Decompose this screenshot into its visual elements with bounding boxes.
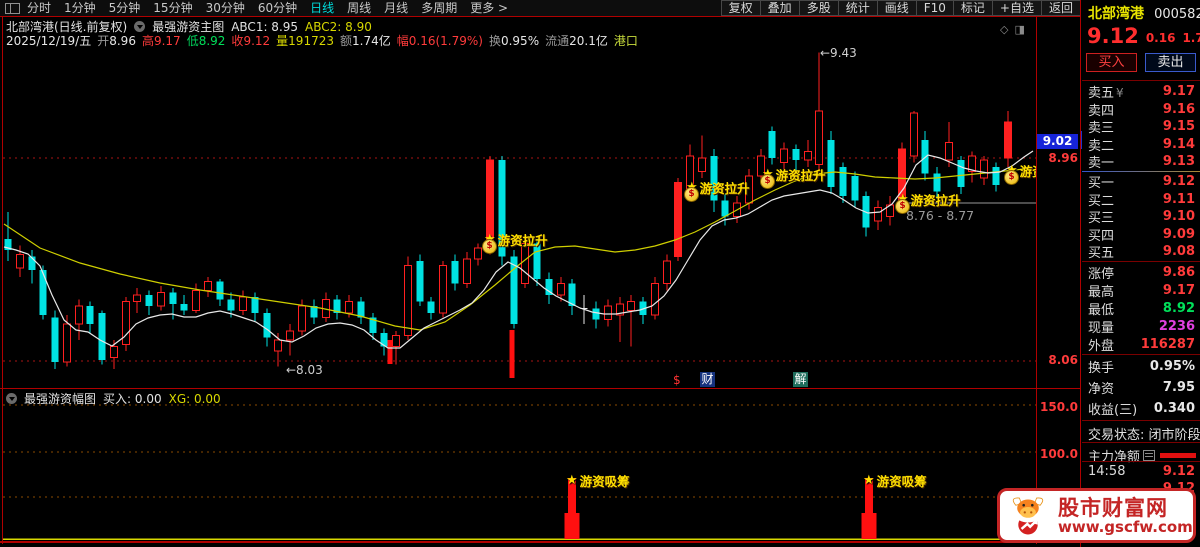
price-row: 9.12 0.16 1.79%	[1087, 24, 1200, 48]
stock-code: 000582	[1154, 7, 1200, 22]
collapse-icon[interactable]	[134, 21, 146, 32]
info-field: 0.16(1.79%)	[408, 33, 483, 48]
price-change: 0.16	[1145, 31, 1176, 45]
ohlc-info-bar: 2025/12/19/五开 8.96 高 9.17 低 8.92 收 9.12 量 191723 额…	[6, 32, 638, 49]
watermark-logo: 股市财富网 www.gscfw.com	[997, 488, 1196, 543]
info-field: 额	[339, 34, 352, 48]
stats-section-2: 换手 0.95% 净资 7.95 收益(三) 0.340	[1082, 356, 1200, 419]
ask-level-row[interactable]: 卖三 9.15	[1082, 118, 1200, 136]
info-field: 1.74亿	[352, 34, 391, 48]
info-field: 191723	[288, 33, 334, 48]
info-field: 量	[276, 34, 289, 48]
price-change-pct: 1.79%	[1182, 31, 1200, 45]
price-axis: 9.02 8.96 8.06 150.0 100.0	[1037, 0, 1080, 547]
sidebar-divider	[1082, 80, 1200, 81]
info-field: 流通	[545, 34, 570, 48]
last-price: 9.12	[1087, 24, 1139, 48]
bid-level-row[interactable]: 买三 9.10	[1082, 208, 1200, 226]
info-field: 8.92	[198, 33, 226, 48]
info-field: 低	[186, 34, 199, 48]
info-field: 开	[97, 34, 110, 48]
price-axis-label: 8.96	[1048, 151, 1078, 165]
sidebar-divider	[1082, 461, 1200, 462]
bid-levels: 买一 9.12 买二 9.11 买三 9.10 买四 9.09 买五 9.08	[1082, 173, 1200, 261]
info-field: 高	[141, 34, 154, 48]
list-icon	[1143, 450, 1156, 461]
subchart-header: 最强游资幅图 买入: 0.00 XG: 0.00	[6, 390, 221, 407]
indicator-axis-label: 150.0	[1040, 400, 1078, 414]
ask-level-row[interactable]: 卖二 9.14	[1082, 136, 1200, 154]
info-field: 9.17	[153, 33, 181, 48]
order-buttons: 买入 卖出	[1086, 53, 1196, 72]
yen-icon: ¥	[1116, 86, 1124, 101]
stat-row: 收益(三) 0.340	[1088, 401, 1195, 418]
trading-status: 交易状态: 闭市阶段	[1088, 428, 1200, 443]
info-field: 0.95%	[500, 33, 540, 48]
stat-row: 最高 9.17	[1088, 282, 1195, 300]
ask-level-row[interactable]: 卖五 ¥9.17	[1082, 83, 1200, 101]
ask-level-row[interactable]: 卖四 9.16	[1082, 101, 1200, 119]
stat-row: 换手 0.95%	[1088, 359, 1195, 376]
sell-button[interactable]: 卖出	[1145, 53, 1196, 72]
info-field: 20.1亿	[569, 34, 608, 48]
info-field: 换	[488, 34, 501, 48]
sidebar-divider	[1082, 420, 1200, 421]
candles	[4, 52, 1012, 369]
main-chart-canvas[interactable]	[0, 0, 1036, 547]
logo-site-name: 股市财富网	[1058, 495, 1168, 520]
pane-control-icons[interactable]: ◇◨	[1000, 23, 1031, 36]
price-axis-badge: 9.02	[1037, 134, 1078, 149]
bid-level-row[interactable]: 买二 9.11	[1082, 191, 1200, 209]
stat-row: 涨停 9.86	[1088, 264, 1195, 282]
stat-row: 最低 8.92	[1088, 300, 1195, 318]
indicator-axis-label: 100.0	[1040, 447, 1078, 461]
stock-name: 北部湾港	[1088, 6, 1144, 22]
ask-level-row[interactable]: 卖一 9.13	[1082, 153, 1200, 171]
buy-button[interactable]: 买入	[1086, 53, 1137, 72]
subchart-buy-value: 买入: 0.00	[103, 392, 162, 406]
price-axis-label: 8.06	[1048, 353, 1078, 367]
logo-url: www.gscfw.com	[1058, 517, 1193, 536]
bid-level-row[interactable]: 买四 9.09	[1082, 226, 1200, 244]
stat-row: 净资 7.95	[1088, 380, 1195, 397]
info-field: 收	[231, 34, 244, 48]
diamond-icon[interactable]: ◇	[1000, 23, 1014, 36]
info-field: 8.96	[109, 33, 136, 48]
quote-sidebar: 北部湾港 000582 9.12 0.16 1.79% 买入 卖出 卖五¥9.1…	[1082, 0, 1200, 547]
subchart-indicator-name: 最强游资幅图	[24, 392, 97, 406]
sidebar-divider	[1082, 442, 1200, 443]
split-pane-icon[interactable]: ◨	[1014, 23, 1030, 36]
subchart-xg-value: XG: 0.00	[168, 391, 221, 406]
info-field: 9.12	[243, 33, 271, 48]
info-field: 2025/12/19/五	[6, 34, 92, 48]
sidebar-divider	[1082, 354, 1200, 355]
stock-name-row[interactable]: 北部湾港 000582	[1088, 3, 1200, 23]
bull-icon	[1012, 497, 1044, 534]
trading-app-window: 分时 1分钟 5分钟 15分钟 30分钟 60分钟 日线 周线 月线 多周期 更多 > 复权 叠加 多股…	[0, 0, 1200, 547]
collapse-icon[interactable]	[6, 393, 17, 404]
bid-level-row[interactable]: 买五 9.08	[1082, 243, 1200, 261]
info-field: 港口	[613, 34, 638, 48]
tick-row: 14:58 9.12	[1088, 464, 1195, 479]
stat-row: 外盘 116287	[1088, 336, 1195, 354]
ask-levels: 卖五 ¥9.17 卖四 9.16 卖三 9.15 卖二 9.14 卖一 9.13	[1082, 83, 1200, 171]
stats-section: 涨停 9.86 最高 9.17 最低 8.92 现量 2236 外盘 116287	[1082, 263, 1200, 354]
bid-level-row[interactable]: 买一 9.12	[1082, 173, 1200, 191]
info-field: 幅	[396, 34, 409, 48]
stat-row: 现量 2236	[1088, 318, 1195, 336]
main-net-bar	[1160, 453, 1196, 458]
border-sidebar	[1080, 0, 1081, 547]
